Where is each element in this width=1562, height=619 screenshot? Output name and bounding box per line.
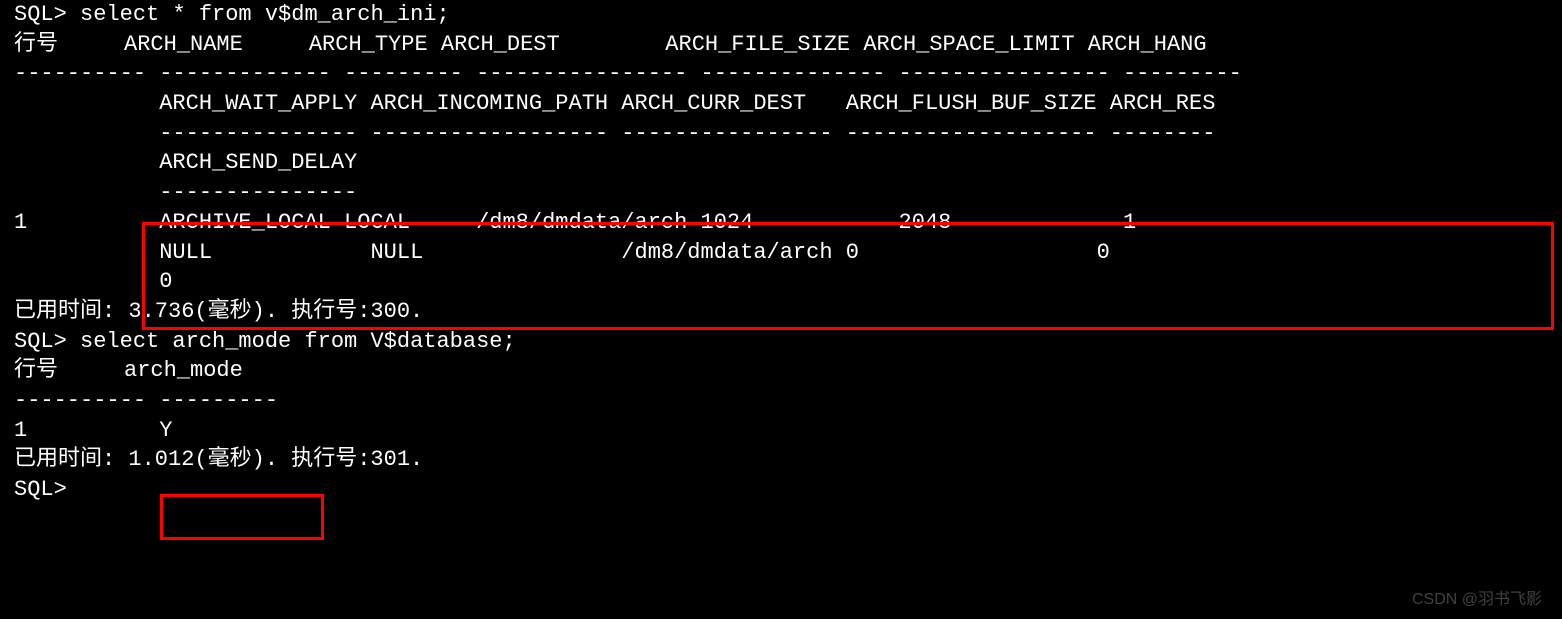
- terminal-line: ---------------: [14, 178, 1548, 208]
- terminal-line: 已用时间: 3.736(毫秒). 执行号:300.: [14, 297, 1548, 327]
- terminal-line: 行号 ARCH_NAME ARCH_TYPE ARCH_DEST ARCH_FI…: [14, 30, 1548, 60]
- terminal-line: ARCH_WAIT_APPLY ARCH_INCOMING_PATH ARCH_…: [14, 89, 1548, 119]
- terminal-line: 1 ARCHIVE_LOCAL LOCAL /dm8/dmdata/arch 1…: [14, 208, 1548, 238]
- terminal-line: SQL> select * from v$dm_arch_ini;: [14, 0, 1548, 30]
- terminal-line: 行号 arch_mode: [14, 356, 1548, 386]
- terminal-line: 1 Y: [14, 416, 1548, 446]
- terminal-line: ---------- ------------- --------- -----…: [14, 59, 1548, 89]
- terminal-line: ARCH_SEND_DELAY: [14, 148, 1548, 178]
- terminal-line: SQL> select arch_mode from V$database;: [14, 327, 1548, 357]
- watermark: CSDN @羽书飞影: [1412, 589, 1542, 611]
- terminal-line: SQL>: [14, 475, 1548, 505]
- terminal-line: --------------- ------------------ -----…: [14, 119, 1548, 149]
- terminal-output[interactable]: SQL> select * from v$dm_arch_ini; 行号 ARC…: [0, 0, 1562, 505]
- terminal-line: NULL NULL /dm8/dmdata/arch 0 0: [14, 238, 1548, 268]
- terminal-line: 已用时间: 1.012(毫秒). 执行号:301.: [14, 445, 1548, 475]
- terminal-line: ---------- ---------: [14, 386, 1548, 416]
- terminal-line: 0: [14, 267, 1548, 297]
